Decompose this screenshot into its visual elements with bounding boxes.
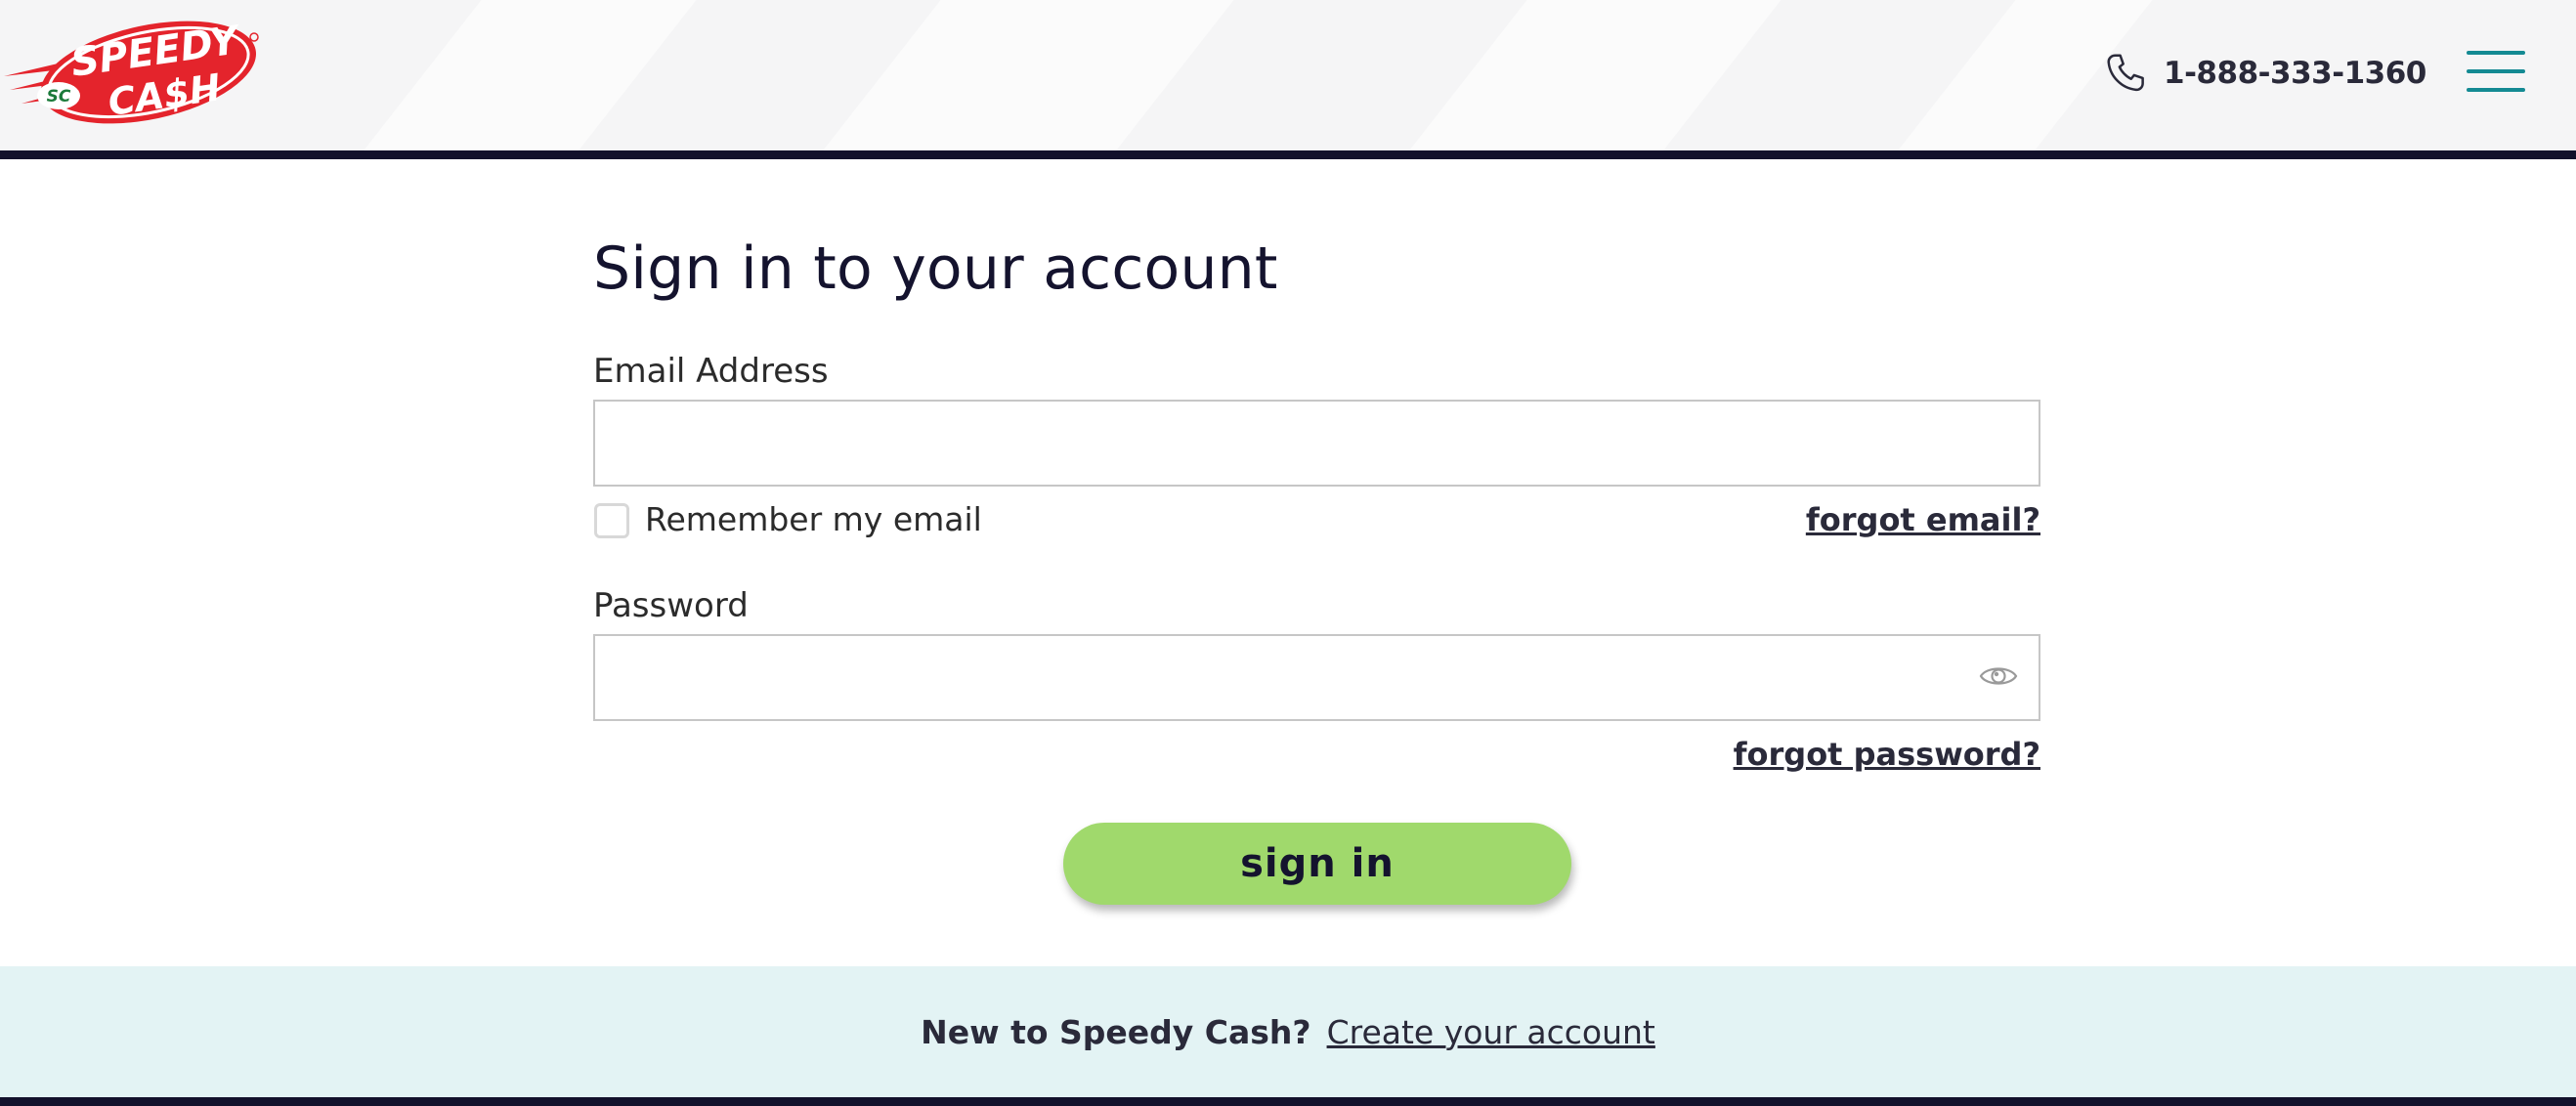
hamburger-menu-icon[interactable] [2467, 51, 2525, 92]
header-decor-stripe [802, 0, 1250, 150]
email-label: Email Address [593, 352, 829, 391]
signup-band: New to Speedy Cash? Create your account [0, 966, 2576, 1097]
header-divider [0, 150, 2576, 159]
email-field[interactable] [593, 400, 2040, 487]
remember-email-label[interactable]: Remember my email [645, 500, 982, 538]
phone-icon [2107, 54, 2144, 92]
create-account-link[interactable]: Create your account [1327, 1013, 1655, 1051]
phone-link[interactable]: 1-888-333-1360 [2103, 48, 2426, 99]
forgot-email-link[interactable]: forgot email? [1806, 501, 2040, 538]
password-label: Password [593, 586, 749, 625]
header-decor-stripe [1389, 0, 1797, 150]
svg-text:SC: SC [47, 87, 71, 106]
footer-divider [0, 1097, 2576, 1106]
sign-in-button[interactable]: sign in [1063, 823, 1571, 905]
password-field[interactable] [593, 634, 2040, 721]
page-title: Sign in to your account [593, 234, 1278, 303]
remember-email-checkbox[interactable] [594, 503, 629, 538]
site-header: SC SPEEDY CA$H 1-888-333-1360 [0, 0, 2576, 150]
signup-question: New to Speedy Cash? [921, 1012, 1311, 1051]
speedy-cash-logo[interactable]: SC SPEEDY CA$H [2, 14, 264, 129]
phone-number[interactable]: 1-888-333-1360 [2164, 56, 2426, 91]
forgot-password-link[interactable]: forgot password? [1734, 736, 2040, 773]
header-decor-stripe [343, 0, 712, 150]
eye-icon[interactable] [1979, 660, 2018, 692]
